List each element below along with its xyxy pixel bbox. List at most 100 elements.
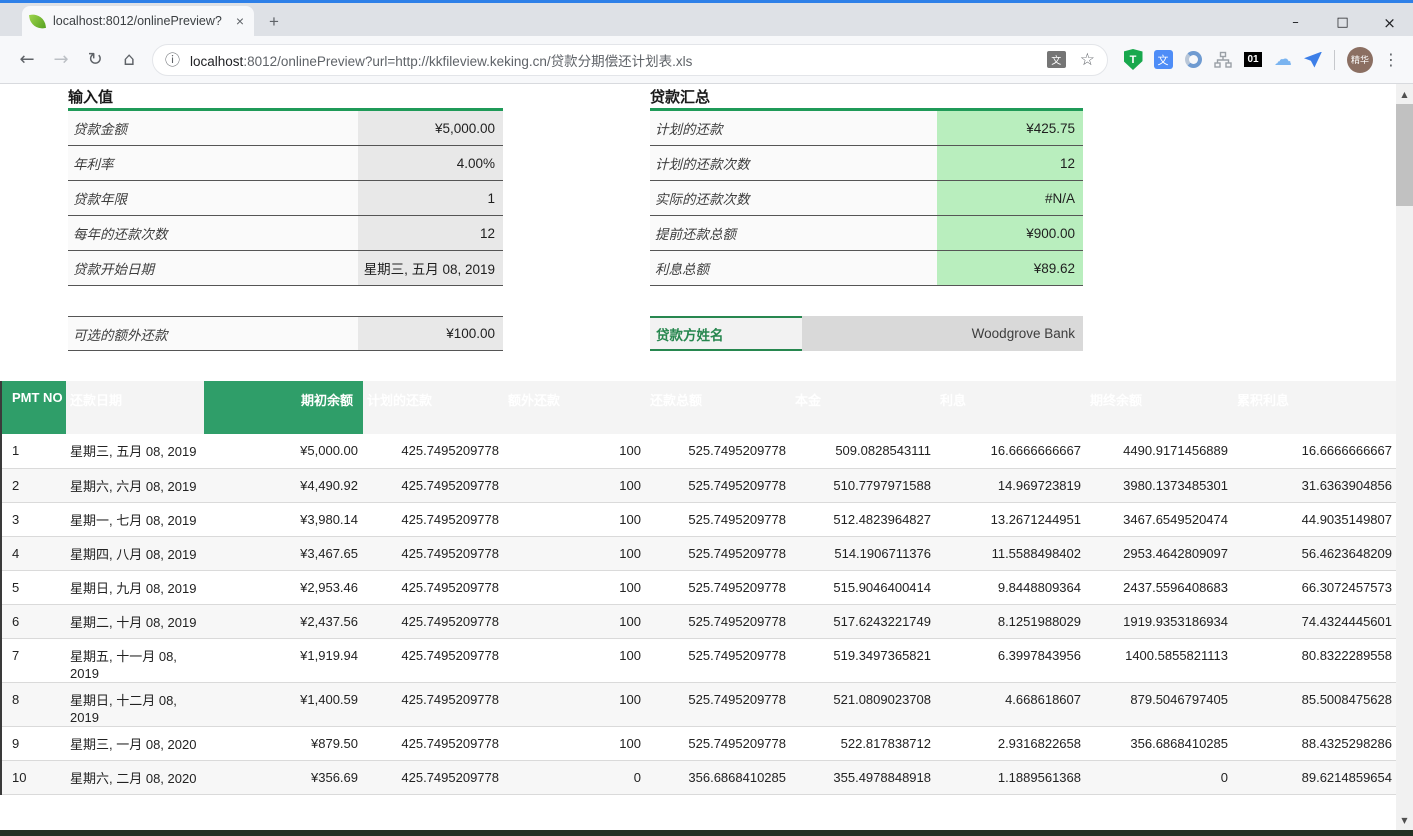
column-header: 额外还款 <box>504 381 646 434</box>
forward-icon[interactable]: → <box>46 45 76 75</box>
address-bar[interactable]: ⓘ localhost:8012/onlinePreview?url=http:… <box>152 44 1108 76</box>
schedule-cell: 44.9035149807 <box>1233 502 1396 536</box>
url-text[interactable]: localhost:8012/onlinePreview?url=http://… <box>190 50 1039 70</box>
section-row: 计划的还款次数12 <box>650 146 1083 181</box>
extra-payment-row: 可选的额外还款 ¥100.00 <box>68 316 503 351</box>
vertical-scrollbar[interactable]: ▲ ▼ <box>1396 84 1413 830</box>
schedule-cell: 11.5588498402 <box>936 536 1086 570</box>
new-tab-button[interactable]: + <box>262 12 286 32</box>
badge-extension-icon[interactable]: 01 <box>1238 52 1268 67</box>
bottom-edge-strip <box>0 830 1413 836</box>
scroll-down-icon[interactable]: ▼ <box>1396 812 1413 828</box>
row-value: #N/A <box>937 181 1083 215</box>
schedule-cell: 3 <box>1 502 66 536</box>
schedule-cell: 89.6214859654 <box>1233 760 1396 794</box>
row-value: 星期三, 五月 08, 2019 <box>358 251 503 285</box>
section-row: 年利率4.00% <box>68 146 503 181</box>
row-value: ¥425.75 <box>937 111 1083 145</box>
column-header: 还款日期 <box>66 381 204 434</box>
schedule-cell: 0 <box>504 760 646 794</box>
schedule-cell: 425.7495209778 <box>363 570 504 604</box>
inputs-section: 输入值 贷款金额¥5,000.00年利率4.00%贷款年限1每年的还款次数12贷… <box>68 86 503 351</box>
schedule-cell: 85.5008475628 <box>1233 682 1396 726</box>
shield-extension-icon[interactable]: T <box>1118 49 1148 70</box>
schedule-row: 1星期三, 五月 08, 2019¥5,000.00425.7495209778… <box>1 434 1396 468</box>
scroll-up-icon[interactable]: ▲ <box>1396 86 1413 102</box>
schedule-cell: 355.4978848918 <box>791 760 936 794</box>
schedule-cell: 425.7495209778 <box>363 502 504 536</box>
sitemap-icon <box>1214 51 1232 69</box>
schedule-cell: 6 <box>1 604 66 638</box>
section-row: 提前还款总额¥900.00 <box>650 216 1083 251</box>
column-header: 期终余额 <box>1086 381 1233 434</box>
schedule-cell: ¥1,400.59 <box>204 682 363 726</box>
schedule-cell: 星期四, 八月 08, 2019 <box>66 536 204 570</box>
schedule-cell: 519.3497365821 <box>791 638 936 682</box>
row-label: 年利率 <box>68 146 358 180</box>
back-icon[interactable]: ← <box>12 45 42 75</box>
browser-tab[interactable]: localhost:8012/onlinePreview? × <box>22 6 254 36</box>
row-value: ¥900.00 <box>937 216 1083 250</box>
schedule-cell: 425.7495209778 <box>363 638 504 682</box>
schedule-cell: 514.1906711376 <box>791 536 936 570</box>
schedule-row: 2星期六, 六月 08, 2019¥4,490.92425.7495209778… <box>1 468 1396 502</box>
schedule-cell: 星期六, 六月 08, 2019 <box>66 468 204 502</box>
column-header: PMT NO <box>1 381 66 434</box>
schedule-cell: 100 <box>504 726 646 760</box>
schedule-cell: 星期二, 十月 08, 2019 <box>66 604 204 638</box>
minimize-button[interactable]: – <box>1272 6 1319 39</box>
schedule-cell: 88.4325298286 <box>1233 726 1396 760</box>
row-label: 计划的还款次数 <box>650 146 937 180</box>
schedule-cell: 1.1889561368 <box>936 760 1086 794</box>
tab-close-icon[interactable]: × <box>234 13 246 29</box>
row-label: 提前还款总额 <box>650 216 937 250</box>
schedule-cell: 4 <box>1 536 66 570</box>
translate-icon: 文 <box>1154 50 1173 69</box>
row-value: ¥89.62 <box>937 251 1083 285</box>
schedule-cell: 2437.5596408683 <box>1086 570 1233 604</box>
close-window-button[interactable]: × <box>1366 6 1413 39</box>
home-icon[interactable]: ⌂ <box>114 45 144 75</box>
row-value: 12 <box>358 216 503 250</box>
column-header: 本金 <box>791 381 936 434</box>
schedule-cell: 56.4623648209 <box>1233 536 1396 570</box>
page-info-icon[interactable]: ⓘ <box>165 49 180 70</box>
row-value: 1 <box>358 181 503 215</box>
schedule-cell: 74.4324445601 <box>1233 604 1396 638</box>
schedule-cell: ¥879.50 <box>204 726 363 760</box>
column-header: 计划的还款 <box>363 381 504 434</box>
bookmark-star-icon[interactable]: ☆ <box>1080 50 1095 70</box>
schedule-cell: 100 <box>504 682 646 726</box>
ring-extension-icon[interactable] <box>1178 51 1208 68</box>
reload-icon[interactable]: ↻ <box>80 45 110 75</box>
translate-extension-icon[interactable]: 文 <box>1148 50 1178 69</box>
schedule-row: 10星期六, 二月 08, 2020¥356.69425.74952097780… <box>1 760 1396 794</box>
sitemap-extension-icon[interactable] <box>1208 51 1238 69</box>
scrollbar-thumb[interactable] <box>1396 104 1413 206</box>
bird-extension-icon[interactable] <box>1298 52 1328 68</box>
badge-01-icon: 01 <box>1244 52 1261 67</box>
schedule-cell: ¥3,467.65 <box>204 536 363 570</box>
titlebar: localhost:8012/onlinePreview? × + – □ × <box>0 3 1413 36</box>
file-preview-content: 输入值 贷款金额¥5,000.00年利率4.00%贷款年限1每年的还款次数12贷… <box>0 84 1396 830</box>
section-row: 贷款开始日期星期三, 五月 08, 2019 <box>68 251 503 286</box>
schedule-cell: 517.6243221749 <box>791 604 936 638</box>
schedule-cell: 星期一, 七月 08, 2019 <box>66 502 204 536</box>
schedule-cell: 425.7495209778 <box>363 468 504 502</box>
schedule-cell: 3467.6549520474 <box>1086 502 1233 536</box>
maximize-button[interactable]: □ <box>1319 6 1366 39</box>
schedule-cell: 星期五, 十一月 08, 2019 <box>66 638 204 682</box>
extensions-area: T 文 01 ☁ 精华 ⋮ <box>1118 47 1403 73</box>
schedule-cell: 425.7495209778 <box>363 682 504 726</box>
schedule-cell: 星期三, 一月 08, 2020 <box>66 726 204 760</box>
translate-page-icon[interactable]: 文 <box>1047 51 1066 68</box>
section-row: 实际的还款次数#N/A <box>650 181 1083 216</box>
profile-avatar[interactable]: 精华 <box>1347 47 1373 73</box>
browser-menu-icon[interactable]: ⋮ <box>1379 50 1403 69</box>
schedule-cell: 1400.5855821113 <box>1086 638 1233 682</box>
schedule-cell: ¥3,980.14 <box>204 502 363 536</box>
cloud-extension-icon[interactable]: ☁ <box>1268 49 1298 70</box>
schedule-cell: 525.7495209778 <box>646 434 791 468</box>
row-value: 12 <box>937 146 1083 180</box>
tab-title: localhost:8012/onlinePreview? <box>53 14 228 28</box>
